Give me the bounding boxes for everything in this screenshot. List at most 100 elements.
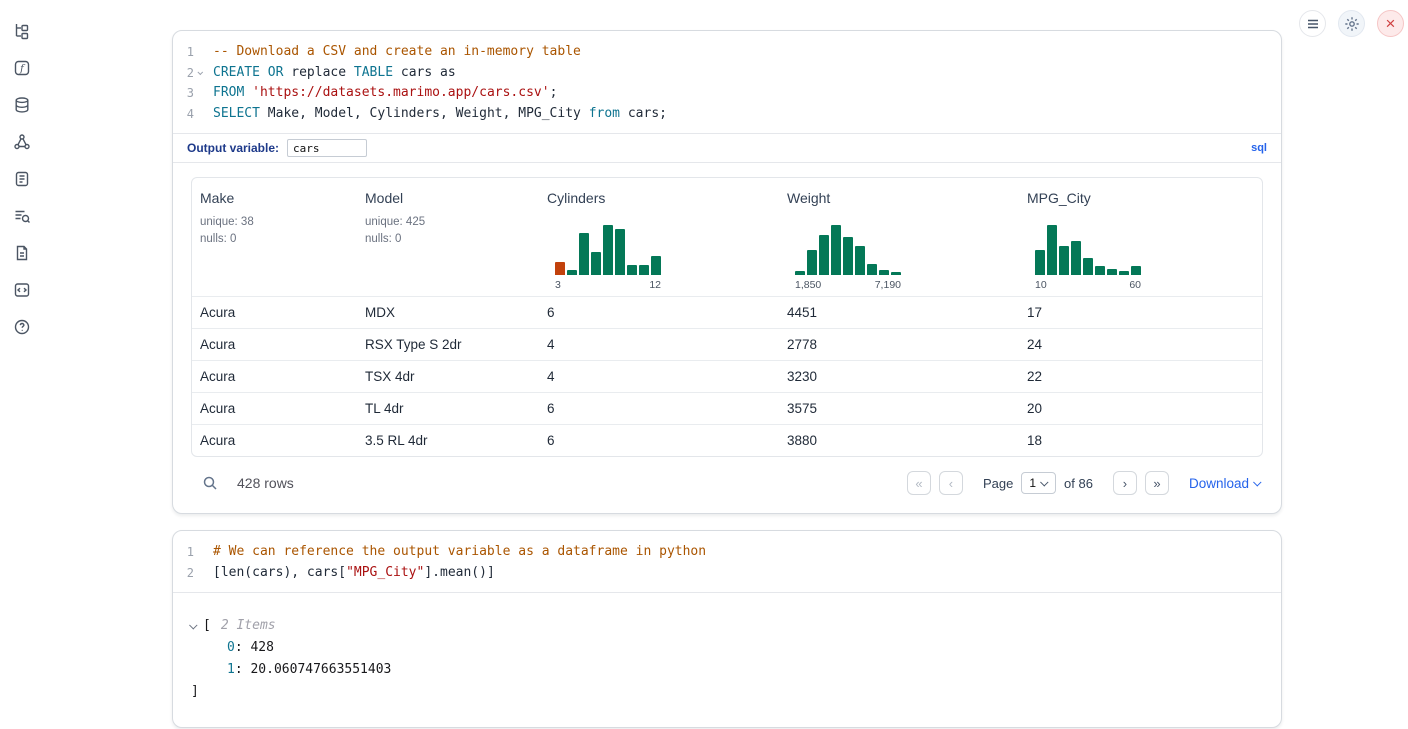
tree-items-count: 2 Items xyxy=(221,615,276,637)
code-token: cars as xyxy=(393,65,456,80)
table-cell: 3880 xyxy=(779,425,1019,456)
search-icon xyxy=(202,475,218,491)
svg-text:f: f xyxy=(19,64,26,75)
line-number: 2 xyxy=(173,563,194,584)
column-header-mpg-city[interactable]: MPG_City xyxy=(1019,178,1262,208)
stat-nulls: nulls: 0 xyxy=(365,231,531,248)
sidebar-item-documentation[interactable] xyxy=(11,242,33,264)
object-tree-viewer: [ 2 Items 0: 4281: 20.060747663551403 ] xyxy=(191,607,1263,713)
sidebar-item-functions[interactable]: f xyxy=(11,57,33,79)
download-button[interactable]: Download xyxy=(1189,476,1261,491)
document-icon xyxy=(13,244,31,262)
hist-bar xyxy=(567,270,577,275)
help-icon xyxy=(13,318,31,336)
hist-bar xyxy=(1131,266,1141,275)
topbar-controls: × xyxy=(1299,10,1404,37)
code-token: Make, Model, Cylinders, Weight, MPG_City xyxy=(260,106,589,121)
hist-min-label: 10 xyxy=(1035,279,1047,291)
menu-button[interactable] xyxy=(1299,10,1326,37)
column-header-weight[interactable]: Weight xyxy=(779,178,1019,208)
table-cell: Acura xyxy=(192,361,357,392)
first-page-icon: « xyxy=(915,476,922,491)
sidebar-item-scratchpad[interactable] xyxy=(11,168,33,190)
sidebar-item-snippets[interactable] xyxy=(11,279,33,301)
search-button[interactable] xyxy=(199,472,221,494)
download-label: Download xyxy=(1189,476,1249,491)
table-cell: 24 xyxy=(1019,329,1262,360)
sidebar-item-datasources[interactable] xyxy=(11,94,33,116)
column-stats-make: unique: 38 nulls: 0 xyxy=(192,208,357,296)
output-variable-bar: Output variable: sql xyxy=(173,133,1281,162)
first-page-button[interactable]: « xyxy=(907,471,931,495)
line-number: 1 xyxy=(173,542,194,563)
hist-bar xyxy=(1095,266,1105,275)
table-cell: 3230 xyxy=(779,361,1019,392)
next-page-button[interactable]: › xyxy=(1113,471,1137,495)
code-line: 2CREATE OR replace TABLE cars as xyxy=(173,63,1281,84)
code-text: FROM 'https://datasets.marimo.app/cars.c… xyxy=(207,83,557,104)
hist-bar xyxy=(1047,225,1057,275)
page-select[interactable]: 1 xyxy=(1021,472,1056,494)
table-body: AcuraMDX6445117AcuraRSX Type S 2dr427782… xyxy=(192,296,1262,456)
code-token: from xyxy=(589,106,620,121)
code-token: replace xyxy=(283,65,353,80)
code-line: 1-- Download a CSV and create an in-memo… xyxy=(173,42,1281,63)
column-header-cylinders[interactable]: Cylinders xyxy=(539,178,779,208)
stat-unique: unique: 38 xyxy=(200,214,349,231)
table-cell: RSX Type S 2dr xyxy=(357,329,539,360)
hist-min-label: 1,850 xyxy=(795,279,821,291)
hist-bar xyxy=(627,265,637,275)
histogram-bars xyxy=(795,225,901,275)
sidebar-item-dependency-graph[interactable] xyxy=(11,131,33,153)
tree-root-row: [ 2 Items xyxy=(191,615,1263,637)
previous-page-icon: ‹ xyxy=(949,476,953,491)
python-cell: 1# We can reference the output variable … xyxy=(172,530,1282,728)
sidebar-item-table-of-contents[interactable] xyxy=(11,205,33,227)
settings-button[interactable] xyxy=(1338,10,1365,37)
table-cell: MDX xyxy=(357,297,539,328)
sidebar-item-help[interactable] xyxy=(11,316,33,338)
sql-code-editor[interactable]: 1-- Download a CSV and create an in-memo… xyxy=(173,31,1281,133)
last-page-button[interactable]: » xyxy=(1145,471,1169,495)
tree-close-bracket: ] xyxy=(191,681,1263,703)
output-variable-input[interactable] xyxy=(287,139,367,157)
hist-bar xyxy=(867,264,877,275)
code-token: TABLE xyxy=(354,65,393,80)
table-cell: 6 xyxy=(539,393,779,424)
table-cell: 6 xyxy=(539,425,779,456)
hist-bar xyxy=(1071,241,1081,275)
fold-indicator[interactable] xyxy=(194,63,207,84)
table-cell: Acura xyxy=(192,425,357,456)
collapse-chevron-icon[interactable] xyxy=(191,623,197,629)
column-header-model[interactable]: Model xyxy=(357,178,539,208)
table-row: AcuraMDX6445117 xyxy=(192,296,1262,328)
histogram-axis-labels: 1,850 7,190 xyxy=(795,279,901,291)
close-button[interactable]: × xyxy=(1377,10,1404,37)
tree-value: 428 xyxy=(250,640,273,655)
column-histogram-weight: 1,850 7,190 xyxy=(779,208,1019,296)
stat-nulls: nulls: 0 xyxy=(200,231,349,248)
tree-key: 0 xyxy=(227,640,235,655)
hist-bar xyxy=(795,271,805,275)
tree-colon: : xyxy=(235,662,251,677)
code-line: 4SELECT Make, Model, Cylinders, Weight, … xyxy=(173,104,1281,125)
table-cell: 18 xyxy=(1019,425,1262,456)
column-header-make[interactable]: Make xyxy=(192,178,357,208)
python-code-editor[interactable]: 1# We can reference the output variable … xyxy=(173,531,1281,592)
hist-bar xyxy=(615,229,625,275)
hist-bar xyxy=(891,272,901,275)
hist-bar xyxy=(855,246,865,275)
previous-page-button[interactable]: ‹ xyxy=(939,471,963,495)
table-cell: 20 xyxy=(1019,393,1262,424)
hist-min-label: 3 xyxy=(555,279,561,291)
table-cell: 6 xyxy=(539,297,779,328)
table-row: AcuraTSX 4dr4323022 xyxy=(192,360,1262,392)
file-tree-icon xyxy=(13,22,31,40)
page-label: Page xyxy=(983,476,1013,491)
sidebar-item-file-tree[interactable] xyxy=(11,20,33,42)
histogram-bars xyxy=(555,225,661,275)
menu-icon xyxy=(1306,17,1320,31)
code-token: 'https://datasets.marimo.app/cars.csv' xyxy=(252,85,549,100)
line-number: 1 xyxy=(173,42,194,63)
table-cell: Acura xyxy=(192,393,357,424)
